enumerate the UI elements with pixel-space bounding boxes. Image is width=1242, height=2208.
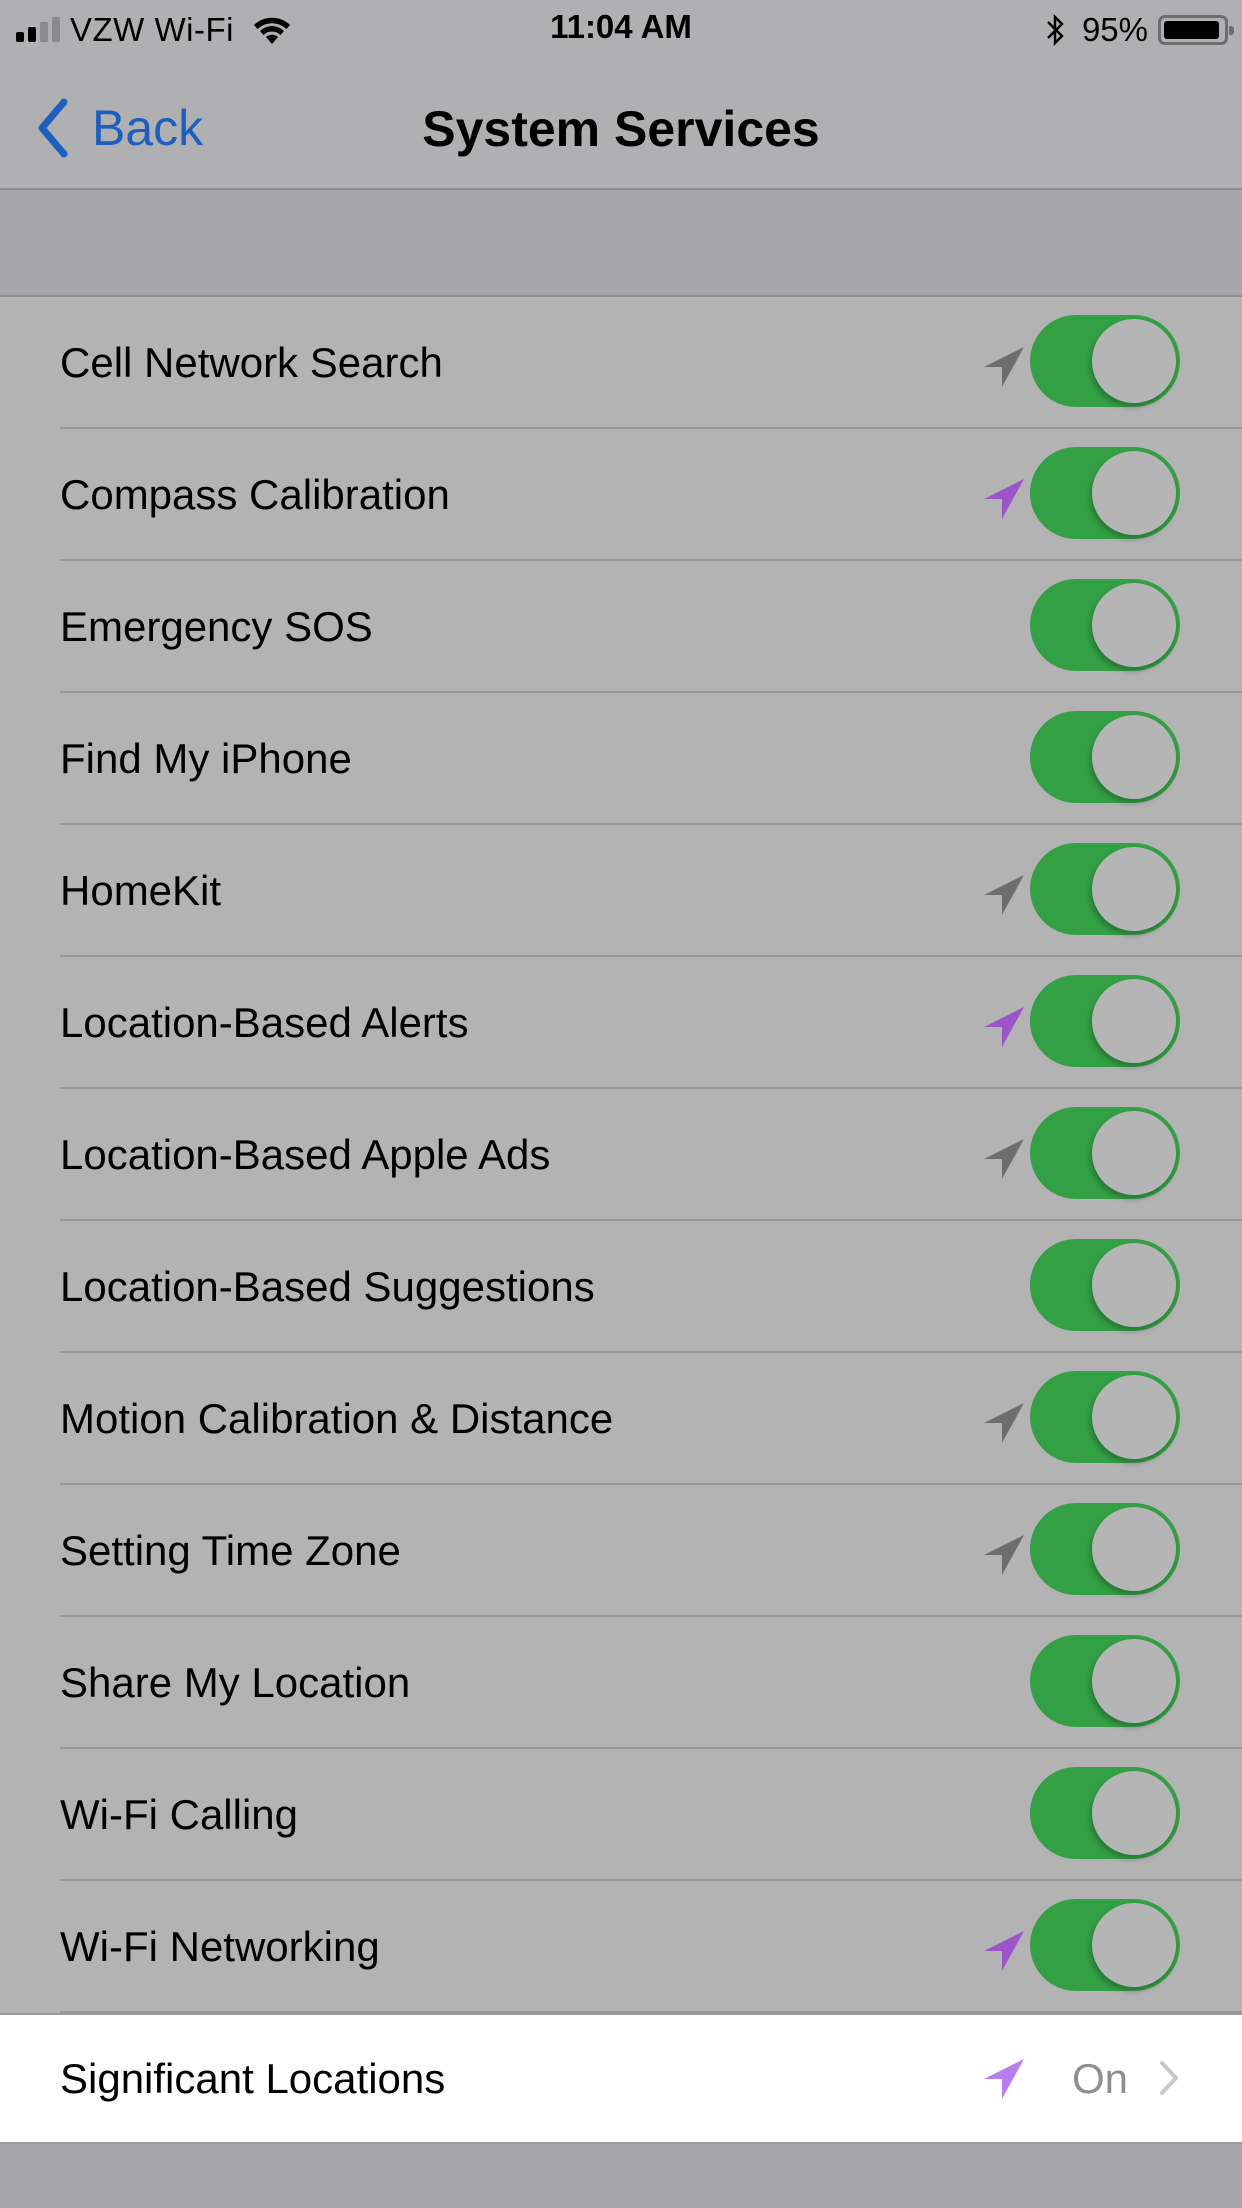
service-toggle[interactable] — [1030, 315, 1180, 407]
location-arrow-icon — [984, 1403, 1024, 1443]
service-row: Wi-Fi Networking — [0, 1881, 1242, 2013]
location-arrow-icon — [984, 1931, 1024, 1971]
service-label: Compass Calibration — [60, 471, 450, 518]
toggle-knob — [1092, 451, 1176, 535]
toggle-knob — [1092, 1771, 1176, 1855]
location-arrow-icon — [984, 479, 1024, 519]
service-toggle[interactable] — [1030, 1371, 1180, 1463]
status-bar: VZW Wi-Fi 11:04 AM 95% — [0, 0, 1242, 60]
service-label: HomeKit — [60, 867, 222, 914]
toggle-knob — [1092, 1639, 1176, 1723]
service-label: Emergency SOS — [60, 603, 373, 650]
toggle-knob — [1092, 715, 1176, 799]
service-toggle[interactable] — [1030, 1899, 1180, 1991]
service-label: Location-Based Suggestions — [60, 1263, 595, 1310]
location-arrow-icon — [984, 875, 1024, 915]
navigation-bar: Back System Services — [0, 60, 1242, 190]
location-arrow-icon — [984, 1007, 1024, 1047]
service-row: Location-Based Apple Ads — [0, 1089, 1242, 1221]
service-label: Share My Location — [60, 1659, 411, 1706]
battery-icon — [1158, 15, 1234, 45]
page-title: System Services — [422, 101, 820, 157]
service-label: Motion Calibration & Distance — [60, 1395, 614, 1442]
service-row: Setting Time Zone — [0, 1485, 1242, 1617]
service-toggle[interactable] — [1030, 843, 1180, 935]
service-toggle[interactable] — [1030, 975, 1180, 1067]
toggle-knob — [1092, 1111, 1176, 1195]
service-toggle[interactable] — [1030, 1767, 1180, 1859]
significant-locations-label: Significant Locations — [60, 2055, 446, 2102]
footer-spacer — [0, 2144, 1242, 2208]
service-row: Wi-Fi Calling — [0, 1749, 1242, 1881]
toggle-knob — [1092, 1375, 1176, 1459]
service-label: Cell Network Search — [60, 339, 443, 386]
service-row: HomeKit — [0, 825, 1242, 957]
toggle-knob — [1092, 1243, 1176, 1327]
service-row: Location-Based Suggestions — [0, 1221, 1242, 1353]
battery-percent: 95% — [1081, 11, 1148, 48]
toggle-knob — [1092, 1507, 1176, 1591]
service-row: Motion Calibration & Distance — [0, 1353, 1242, 1485]
service-row: Emergency SOS — [0, 561, 1242, 693]
service-toggle[interactable] — [1030, 1503, 1180, 1595]
service-label: Find My iPhone — [60, 735, 352, 782]
battery-fill — [1164, 21, 1220, 39]
significant-locations-row[interactable]: Significant Locations On — [0, 2013, 1242, 2144]
service-label: Wi-Fi Networking — [60, 1923, 380, 1970]
battery-nub — [1229, 26, 1234, 35]
service-row: Location-Based Alerts — [0, 957, 1242, 1089]
service-label: Location-Based Apple Ads — [60, 1131, 551, 1178]
toggle-knob — [1092, 979, 1176, 1063]
toggle-knob — [1092, 1903, 1176, 1987]
toggle-knob — [1092, 847, 1176, 931]
chevron-right-icon — [1160, 2061, 1178, 2095]
service-label: Setting Time Zone — [60, 1527, 401, 1574]
significant-locations-value: On — [1072, 2055, 1129, 2102]
service-row: Find My iPhone — [0, 693, 1242, 825]
service-toggle[interactable] — [1030, 1107, 1180, 1199]
location-arrow-icon — [984, 1139, 1024, 1179]
service-toggle[interactable] — [1030, 1635, 1180, 1727]
status-right: 95% — [1044, 8, 1234, 52]
service-row: Compass Calibration — [0, 429, 1242, 561]
service-row: Share My Location — [0, 1617, 1242, 1749]
service-toggle[interactable] — [1030, 579, 1180, 671]
section-header-spacer — [0, 190, 1242, 297]
service-row: Cell Network Search — [0, 297, 1242, 429]
service-toggle[interactable] — [1030, 711, 1180, 803]
toggle-knob — [1092, 583, 1176, 667]
system-services-list: Cell Network Search Compass Calibration Em… — [0, 297, 1242, 2013]
location-arrow-icon — [984, 347, 1024, 387]
service-label: Wi-Fi Calling — [60, 1791, 299, 1838]
service-label: Location-Based Alerts — [60, 999, 469, 1046]
service-toggle[interactable] — [1030, 1239, 1180, 1331]
toggle-knob — [1092, 319, 1176, 403]
bluetooth-icon — [1047, 13, 1064, 47]
service-toggle[interactable] — [1030, 447, 1180, 539]
location-arrow-icon — [984, 1535, 1024, 1575]
location-arrow-icon — [984, 2059, 1024, 2099]
